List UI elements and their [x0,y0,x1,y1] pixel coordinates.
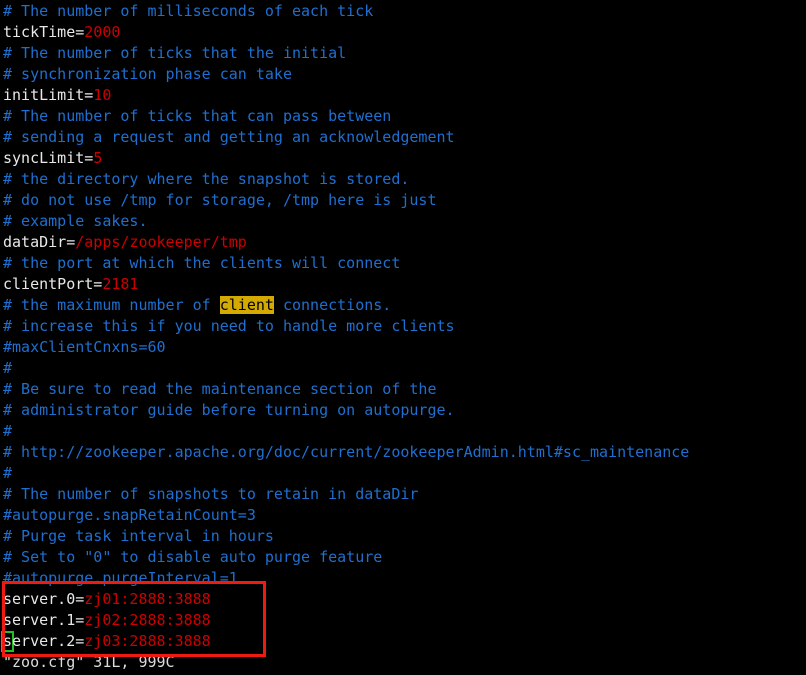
comment-text: # [3,422,13,440]
code-line-url: # http://zookeeper.apache.org/doc/curren… [3,442,803,463]
code-line: syncLimit=5 [3,148,803,169]
config-key: clientPort= [3,275,103,293]
comment-text: # The number of snapshots to retain in d… [3,485,419,503]
config-value: /apps/zookeeper/tmp [75,233,247,251]
config-key: initLimit= [3,86,94,104]
comment-text: # sending a request and getting an ackno… [3,128,455,146]
code-line: # synchronization phase can take [3,64,803,85]
code-line-server-1: server.1=zj02:2888:3888 [3,610,803,631]
comment-text-url: # http://zookeeper.apache.org/doc/curren… [3,443,690,461]
code-line: # [3,358,803,379]
comment-text: # administrator guide before turning on … [3,401,455,419]
code-line-server-2: server.2=zj03:2888:3888 [1,631,803,652]
config-key: server.1= [3,611,85,629]
code-line: # example sakes. [3,211,803,232]
comment-text-before-match: # the maximum number of [3,296,220,314]
config-key: dataDir= [3,233,76,251]
code-line: #maxClientCnxns=60 [3,337,803,358]
code-line: # [3,463,803,484]
code-line: tickTime=2000 [3,22,803,43]
comment-text: #autopurge.snapRetainCount=3 [3,506,256,524]
comment-text: # the port at which the clients will con… [3,254,401,272]
comment-text: # The number of milliseconds of each tic… [3,2,374,20]
config-value: zj02:2888:3888 [84,611,211,629]
code-line: #autopurge.snapRetainCount=3 [3,505,803,526]
comment-text: # the directory where the snapshot is st… [3,170,410,188]
code-line: # Set to "0" to disable auto purge featu… [3,547,803,568]
code-line: # sending a request and getting an ackno… [3,127,803,148]
code-line: #autopurge.purgeInterval=1 [3,568,803,589]
code-line: # do not use /tmp for storage, /tmp here… [3,190,803,211]
code-line-search-match: # the maximum number of client connectio… [3,295,803,316]
comment-text: #autopurge.purgeInterval=1 [3,569,238,587]
code-line: # increase this if you need to handle mo… [3,316,803,337]
config-key: server.0= [3,590,85,608]
terminal-window[interactable]: # The number of milliseconds of each tic… [0,0,806,675]
code-line: initLimit=10 [3,85,803,106]
comment-text: # [3,359,13,377]
vim-status-line: "zoo.cfg" 31L, 999C [3,653,175,671]
comment-text: # The number of ticks that the initial [3,44,347,62]
config-value: 5 [93,149,103,167]
config-value: 2000 [84,23,121,41]
config-key: tickTime= [3,23,85,41]
comment-text: # increase this if you need to handle mo… [3,317,455,335]
code-line: # the directory where the snapshot is st… [3,169,803,190]
code-line: # The number of ticks that can pass betw… [3,106,803,127]
code-line: dataDir=/apps/zookeeper/tmp [3,232,803,253]
config-value: 2181 [102,275,139,293]
comment-text: # Purge task interval in hours [3,527,274,545]
comment-text: # do not use /tmp for storage, /tmp here… [3,191,437,209]
comment-text-after-match: connections. [273,296,392,314]
code-line: # administrator guide before turning on … [3,400,803,421]
comment-text: # Be sure to read the maintenance sectio… [3,380,437,398]
config-value: zj01:2888:3888 [84,590,211,608]
search-highlight-match: client [219,296,274,314]
code-line: # Be sure to read the maintenance sectio… [3,379,803,400]
code-line-server-0: server.0=zj01:2888:3888 [3,589,803,610]
comment-text: # Set to "0" to disable auto purge featu… [3,548,383,566]
code-line: # Purge task interval in hours [3,526,803,547]
config-key: erver.2= [12,632,85,650]
config-value: 10 [93,86,112,104]
comment-text: # synchronization phase can take [3,65,292,83]
comment-text: #maxClientCnxns=60 [3,338,166,356]
code-line: # [3,421,803,442]
config-value: zj03:2888:3888 [84,632,211,650]
comment-text: # [3,464,13,482]
code-line: # the port at which the clients will con… [3,253,803,274]
code-line: # The number of snapshots to retain in d… [3,484,803,505]
code-line: # The number of ticks that the initial [3,43,803,64]
config-key: syncLimit= [3,149,94,167]
code-line: clientPort=2181 [3,274,803,295]
comment-text: # The number of ticks that can pass betw… [3,107,392,125]
comment-text: # example sakes. [3,212,148,230]
vim-text-buffer[interactable]: # The number of milliseconds of each tic… [1,1,803,673]
code-line: # The number of milliseconds of each tic… [3,1,803,22]
